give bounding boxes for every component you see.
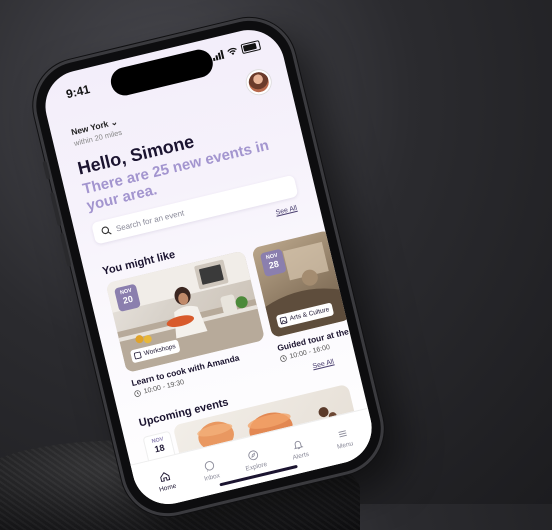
nav-inbox[interactable]: Inbox [187, 443, 235, 498]
nav-label: Inbox [203, 472, 221, 483]
nav-label: Menu [336, 440, 354, 451]
arts-icon [279, 316, 288, 325]
event-card-arts[interactable]: NOV 28 Arts & Culture [251, 229, 351, 338]
clock-icon [280, 355, 287, 362]
nav-home[interactable]: Home [142, 454, 190, 509]
compass-icon [248, 450, 259, 461]
signal-icon [211, 49, 225, 61]
volume-down-button [59, 232, 72, 267]
workshop-icon [133, 351, 142, 360]
volume-up-button [49, 192, 62, 227]
search-placeholder: Search for an event [114, 207, 185, 233]
nav-label: Alerts [291, 450, 310, 462]
home-icon [160, 472, 171, 482]
clock-icon [134, 390, 141, 397]
dynamic-island [108, 46, 216, 99]
nav-menu[interactable]: Menu [320, 411, 368, 466]
wifi-icon [227, 47, 237, 55]
nav-label: Explore [244, 460, 269, 473]
avatar[interactable] [244, 67, 274, 97]
inbox-icon [204, 461, 215, 472]
status-time: 9:41 [64, 82, 92, 102]
app-screen: 9:41 New York ⌄ within 20 miles Hello, S… [38, 22, 379, 512]
search-icon [101, 226, 112, 235]
menu-icon [338, 430, 347, 438]
action-button [42, 160, 51, 180]
see-all-link[interactable]: See All [275, 205, 298, 217]
status-icons [211, 39, 262, 61]
chevron-down-icon: ⌄ [109, 116, 119, 128]
nav-label: Home [158, 482, 178, 494]
bell-icon [294, 440, 304, 450]
location-selector[interactable]: New York ⌄ within 20 miles [70, 116, 123, 147]
see-all-link[interactable]: See All [312, 358, 335, 370]
battery-icon [240, 39, 262, 55]
